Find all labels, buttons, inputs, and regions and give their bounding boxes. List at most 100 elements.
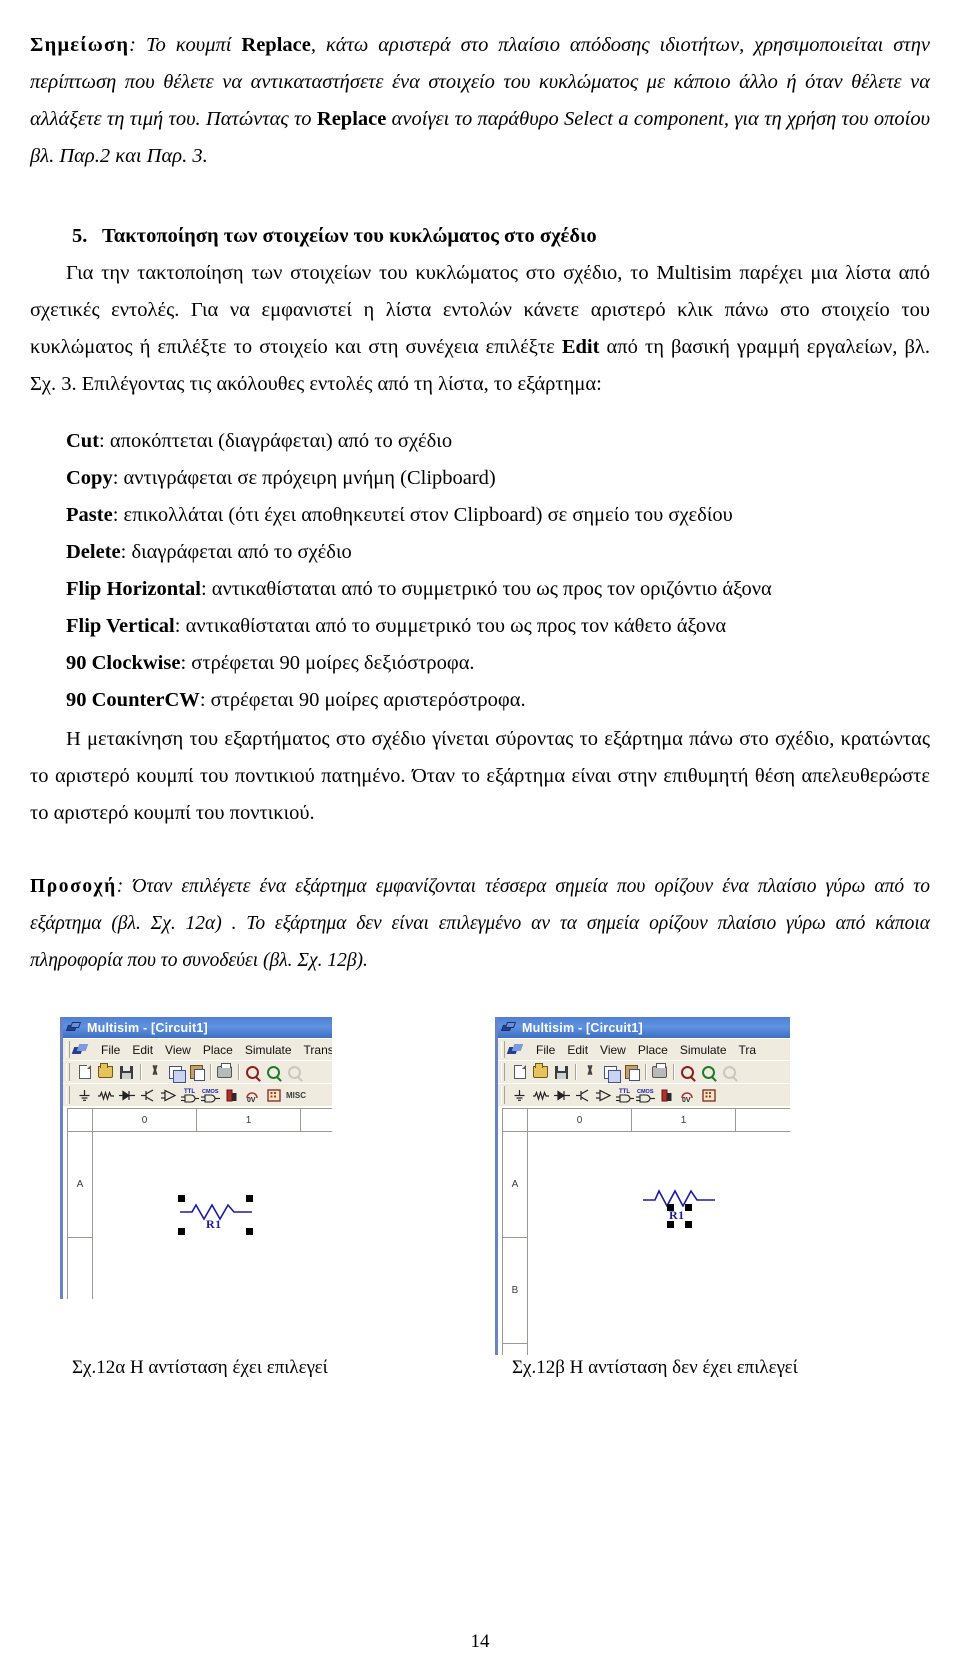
copy-icon[interactable] <box>165 1062 186 1083</box>
selection-handle[interactable] <box>685 1221 692 1228</box>
menu-item-transfer[interactable]: Transf <box>298 1043 332 1057</box>
menu-grip[interactable] <box>66 1041 70 1058</box>
svg-text:TTL: TTL <box>619 1089 630 1095</box>
menu-item-transfer[interactable]: Tra <box>733 1043 763 1057</box>
selection-handle[interactable] <box>178 1228 185 1235</box>
note-paragraph: Σημείωση: Το κουμπί Replace, κάτω αριστε… <box>30 21 930 175</box>
schematic-canvas-b[interactable]: 0 1 A B R1 <box>498 1106 790 1355</box>
ruler-row-b <box>68 1238 92 1299</box>
command-item: Flip Vertical: αντικαθίσταται από το συμ… <box>66 608 930 645</box>
toolbar-grip[interactable] <box>66 1063 70 1081</box>
ruler-top: 0 1 <box>528 1108 790 1132</box>
new-file-icon[interactable] <box>74 1062 95 1082</box>
opamp-icon[interactable] <box>593 1085 614 1105</box>
section-title: Τακτοποίηση των στοιχείων του κυκλώματος… <box>102 224 597 247</box>
mixed-icon[interactable]: 0V <box>677 1085 698 1105</box>
indicator-icon[interactable] <box>263 1085 284 1105</box>
zoom-out-icon[interactable] <box>698 1062 719 1082</box>
menu-item-view[interactable]: View <box>594 1043 632 1057</box>
command-name: Copy <box>66 467 113 489</box>
menu-item-simulate[interactable]: Simulate <box>239 1043 298 1057</box>
section-number: 5. <box>72 224 88 247</box>
toolbar-grip[interactable] <box>501 1063 505 1081</box>
ttl-gate-icon[interactable]: TTL <box>614 1085 635 1105</box>
selection-handle[interactable] <box>178 1195 185 1202</box>
selection-handle[interactable] <box>246 1195 253 1202</box>
menu-item-view[interactable]: View <box>159 1043 197 1057</box>
selection-handle[interactable] <box>685 1204 692 1211</box>
command-desc: : αντιγράφεται σε πρόχειρη μνήμη (Clipbo… <box>112 467 496 489</box>
diode-icon[interactable] <box>116 1085 137 1105</box>
note-seg1: Το κουμπί <box>145 33 242 56</box>
cut-scissors-icon[interactable] <box>579 1062 600 1082</box>
ttl-gate-icon[interactable]: TTL <box>179 1085 200 1105</box>
ruler-top: 0 1 <box>93 1108 332 1132</box>
schematic-canvas-a[interactable]: 0 1 A R1 <box>63 1106 332 1299</box>
ruler-corner <box>502 1108 528 1132</box>
cmos-gate-icon[interactable]: CMOS <box>200 1085 221 1105</box>
component-toolbar-a: TTL CMOS 0V MISC <box>63 1083 332 1106</box>
resistor-basic-icon[interactable] <box>95 1085 116 1105</box>
figure-pair: Multisim - [Circuit1] File Edit View Pla… <box>30 1017 930 1355</box>
resistor-basic-icon[interactable] <box>530 1085 551 1105</box>
command-name: Paste <box>66 504 113 526</box>
menu-item-simulate[interactable]: Simulate <box>674 1043 733 1057</box>
menu-item-place[interactable]: Place <box>632 1043 674 1057</box>
caption-12a: Σχ.12α Η αντίσταση έχει επιλεγεί <box>72 1357 328 1378</box>
save-disk-icon[interactable] <box>116 1062 137 1082</box>
ruler-row-a: A <box>503 1132 527 1238</box>
mixed-icon[interactable]: 0V <box>242 1085 263 1105</box>
paste-icon[interactable] <box>186 1062 207 1082</box>
print-icon[interactable] <box>214 1062 235 1082</box>
component-toolbar-b: TTL CMOS 0V <box>498 1083 790 1106</box>
toolbar-grip[interactable] <box>501 1086 505 1104</box>
selection-handle[interactable] <box>667 1204 674 1211</box>
menu-item-place[interactable]: Place <box>197 1043 239 1057</box>
ground-source-icon[interactable] <box>509 1085 530 1105</box>
command-desc: : στρέφεται 90 μοίρες δεξιόστροφα. <box>180 652 475 674</box>
zoom-in-icon[interactable] <box>677 1062 698 1082</box>
component-resistor-b[interactable]: R1 <box>641 1185 717 1233</box>
menu-item-file[interactable]: File <box>530 1043 561 1057</box>
misc-digital-icon[interactable] <box>221 1085 242 1105</box>
save-disk-icon[interactable] <box>551 1062 572 1082</box>
ground-source-icon[interactable] <box>74 1085 95 1105</box>
ruler-col-2 <box>736 1109 790 1131</box>
multisim-logo-icon <box>500 1021 517 1034</box>
cmos-gate-icon[interactable]: CMOS <box>635 1085 656 1105</box>
multisim-logo-icon <box>65 1021 82 1034</box>
diode-icon[interactable] <box>551 1085 572 1105</box>
transistor-icon[interactable] <box>572 1085 593 1105</box>
menu-item-edit[interactable]: Edit <box>561 1043 594 1057</box>
zoom-in-icon[interactable] <box>242 1062 263 1082</box>
schematic-sheet-a[interactable]: R1 <box>94 1133 332 1299</box>
ruler-left: A <box>67 1132 93 1299</box>
print-icon[interactable] <box>649 1062 670 1082</box>
ruler-row-b: B <box>503 1238 527 1344</box>
schematic-sheet-b[interactable]: R1 <box>529 1133 790 1355</box>
selection-handle[interactable] <box>667 1221 674 1228</box>
paste-icon[interactable] <box>621 1062 642 1082</box>
open-folder-icon[interactable] <box>530 1062 551 1082</box>
open-folder-icon[interactable] <box>95 1062 116 1082</box>
cut-scissors-icon[interactable] <box>144 1062 165 1082</box>
copy-icon[interactable] <box>600 1062 621 1083</box>
zoom-out-icon[interactable] <box>263 1062 284 1082</box>
selection-handle[interactable] <box>246 1228 253 1235</box>
misc-digital-icon[interactable] <box>656 1085 677 1105</box>
transistor-icon[interactable] <box>137 1085 158 1105</box>
toolbar-grip[interactable] <box>66 1086 70 1104</box>
menu-item-file[interactable]: File <box>95 1043 126 1057</box>
menu-bar-b: File Edit View Place Simulate Tra <box>498 1038 790 1060</box>
menu-bar-a: File Edit View Place Simulate Transf <box>63 1038 332 1060</box>
document-page: Σημείωση: Το κουμπί Replace, κάτω αριστε… <box>0 21 960 1661</box>
new-file-icon[interactable] <box>509 1062 530 1082</box>
toolbar-separator <box>235 1063 242 1081</box>
menu-item-edit[interactable]: Edit <box>126 1043 159 1057</box>
menu-grip[interactable] <box>501 1041 505 1058</box>
indicator-icon[interactable] <box>698 1085 719 1105</box>
opamp-icon[interactable] <box>158 1085 179 1105</box>
command-item: Flip Horizontal: αντικαθίσταται από το σ… <box>66 571 930 608</box>
component-resistor-a[interactable]: R1 <box>178 1189 254 1235</box>
attention-label: Προσοχή <box>30 876 117 897</box>
